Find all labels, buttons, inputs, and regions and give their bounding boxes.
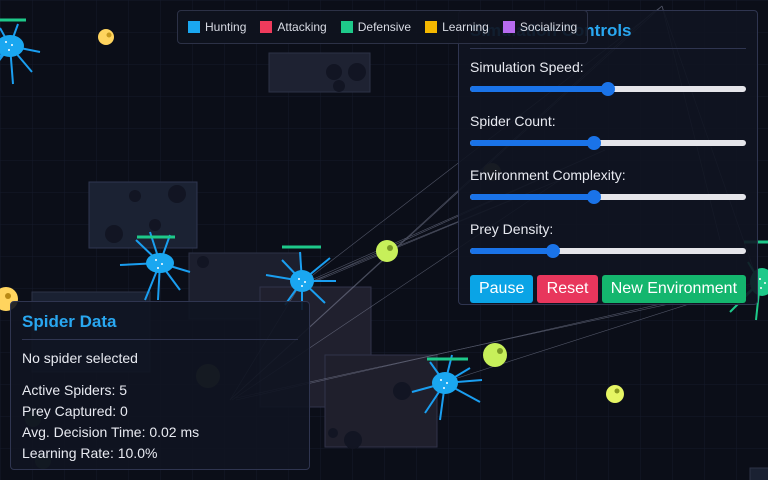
speed-slider[interactable] <box>470 82 746 96</box>
legend-swatch-attacking <box>260 21 273 33</box>
complexity-slider[interactable] <box>470 190 746 204</box>
spider-count-slider[interactable] <box>470 136 746 150</box>
pause-button[interactable]: Pause <box>470 275 534 303</box>
learning-rate-stat: Learning Rate: 10.0% <box>22 445 158 461</box>
legend-socializing: Socializing <box>502 20 578 34</box>
complexity-slider-track <box>470 194 746 200</box>
active-spiders-stat: Active Spiders: 5 <box>22 382 128 398</box>
legend-label-learning: Learning <box>442 20 489 34</box>
legend-label-socializing: Socializing <box>519 20 578 34</box>
spider-count-slider-fill <box>470 140 595 146</box>
prey <box>483 343 507 367</box>
legend-swatch-learning <box>425 21 438 33</box>
obstacle <box>324 354 438 448</box>
selected-spider-text: No spider selected <box>22 350 138 366</box>
legend-swatch-hunting <box>188 21 200 33</box>
complexity-slider-fill <box>470 194 595 200</box>
obstacle <box>749 467 768 480</box>
legend-label-defensive: Defensive <box>357 20 412 34</box>
prey-density-label: Prey Density: <box>470 221 554 237</box>
legend-defensive: Defensive <box>340 20 412 34</box>
prey-density-slider-track <box>470 248 746 254</box>
prey <box>376 240 398 262</box>
spider-data-panel: Spider Data No spider selected Active Sp… <box>10 301 310 470</box>
prey-density-slider-fill <box>470 248 553 254</box>
prey-density-slider[interactable] <box>470 244 746 258</box>
spider-count-slider-thumb[interactable] <box>587 136 602 150</box>
legend-learning: Learning <box>425 20 489 34</box>
spider-count-slider-track <box>470 140 746 146</box>
new-environment-button[interactable]: New Environment <box>601 275 746 303</box>
speed-slider-thumb[interactable] <box>601 82 615 96</box>
legend-swatch-defensive <box>340 21 353 33</box>
legend-label-hunting: Hunting <box>205 20 247 34</box>
complexity-slider-thumb[interactable] <box>587 190 602 204</box>
reset-button[interactable]: Reset <box>537 275 598 303</box>
spider-data-title: Spider Data <box>22 310 298 340</box>
speed-slider-fill <box>470 86 608 92</box>
speed-label: Simulation Speed: <box>470 59 584 75</box>
simulation-controls-panel: Simulation Controls Simulation Speed: Sp… <box>458 10 758 305</box>
behavior-legend: Hunting Attacking Defensive Learning Soc… <box>177 10 589 44</box>
legend-hunting: Hunting <box>188 20 246 34</box>
legend-swatch-socializing <box>502 21 515 33</box>
legend-label-attacking: Attacking <box>277 20 327 34</box>
prey-captured-stat: Prey Captured: 0 <box>22 403 128 419</box>
control-buttons: Pause Reset New Environment <box>470 275 746 303</box>
prey-density-slider-thumb[interactable] <box>545 244 560 258</box>
spider-count-label: Spider Count: <box>470 113 556 129</box>
complexity-label: Environment Complexity: <box>470 167 626 183</box>
legend-attacking: Attacking <box>260 20 327 34</box>
prey <box>606 385 624 403</box>
prey <box>98 29 114 45</box>
decision-time-stat: Avg. Decision Time: 0.02 ms <box>22 424 200 440</box>
